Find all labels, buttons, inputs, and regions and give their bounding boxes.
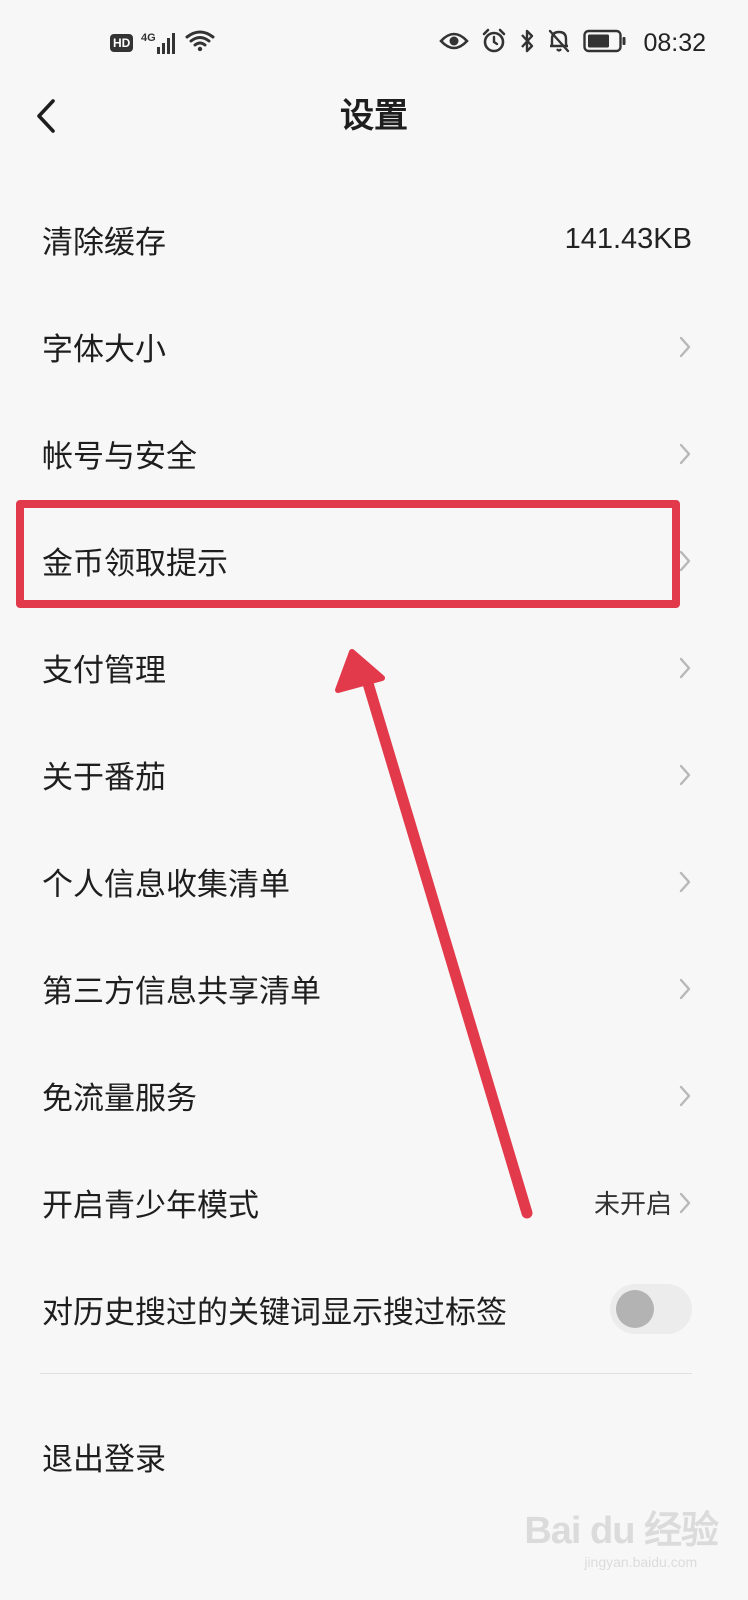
divider	[40, 1373, 692, 1374]
setting-label: 个人信息收集清单	[42, 867, 290, 903]
logout-button[interactable]: 退出登录	[42, 1410, 166, 1510]
setting-search-tag: 对历史搜过的关键词显示搜过标签	[0, 1256, 748, 1363]
chevron-right-icon	[678, 336, 692, 358]
setting-payment-management[interactable]: 支付管理	[0, 614, 748, 721]
setting-third-party-list[interactable]: 第三方信息共享清单	[0, 935, 748, 1042]
highlight-box	[16, 500, 680, 608]
alarm-icon	[481, 28, 507, 59]
eye-icon	[439, 30, 470, 57]
setting-personal-info-list[interactable]: 个人信息收集清单	[0, 828, 748, 935]
status-time: 08:32	[643, 28, 706, 57]
chevron-right-icon	[678, 978, 692, 1000]
setting-label: 清除缓存	[42, 225, 166, 261]
setting-label: 支付管理	[42, 653, 166, 689]
mute-icon	[547, 28, 571, 59]
setting-label: 关于番茄	[42, 760, 166, 796]
setting-font-size[interactable]: 字体大小	[0, 293, 748, 400]
setting-label: 帐号与安全	[42, 439, 197, 475]
setting-about[interactable]: 关于番茄	[0, 721, 748, 828]
chevron-right-icon	[678, 657, 692, 679]
nav-bar: 设置	[0, 86, 748, 146]
watermark-url: jingyan.baidu.com	[584, 1554, 698, 1570]
watermark-logo: Bai du 经验	[524, 1510, 719, 1552]
bluetooth-icon	[519, 28, 535, 59]
status-bar: HD 4G 08:32	[0, 0, 748, 86]
chevron-right-icon	[678, 550, 692, 572]
settings-list: 清除缓存 141.43KB 字体大小 帐号与安全 金币领取提示 支付管理 关于番…	[0, 186, 748, 1363]
setting-free-data-service[interactable]: 免流量服务	[0, 1042, 748, 1149]
toggle-knob	[616, 1290, 654, 1328]
status-left: HD 4G	[110, 28, 215, 58]
search-tag-toggle[interactable]	[610, 1284, 692, 1334]
setting-account-security[interactable]: 帐号与安全	[0, 400, 748, 507]
chevron-right-icon	[678, 443, 692, 465]
wifi-icon	[185, 29, 215, 58]
battery-icon	[583, 29, 627, 58]
setting-teen-mode[interactable]: 开启青少年模式 未开启	[0, 1149, 748, 1256]
status-right: 08:32	[439, 26, 706, 60]
setting-label: 对历史搜过的关键词显示搜过标签	[42, 1295, 507, 1331]
chevron-right-icon	[678, 1192, 692, 1214]
setting-label: 开启青少年模式	[42, 1188, 259, 1224]
baidu-watermark: Bai du 经验 jingyan.baidu.com	[524, 1499, 719, 1570]
chevron-right-icon	[678, 871, 692, 893]
page-title: 设置	[340, 96, 408, 136]
chevron-right-icon	[678, 764, 692, 786]
setting-label: 第三方信息共享清单	[42, 974, 321, 1010]
hd-icon: HD	[110, 34, 134, 52]
teen-mode-status: 未开启	[593, 1189, 672, 1219]
setting-label: 免流量服务	[42, 1081, 197, 1117]
setting-label: 字体大小	[42, 332, 166, 368]
signal-icon: 4G	[141, 30, 177, 56]
network-type-label: 4G	[141, 32, 156, 44]
setting-clear-cache[interactable]: 清除缓存 141.43KB	[0, 186, 748, 293]
cache-size-value: 141.43KB	[564, 223, 692, 255]
chevron-right-icon	[678, 1085, 692, 1107]
